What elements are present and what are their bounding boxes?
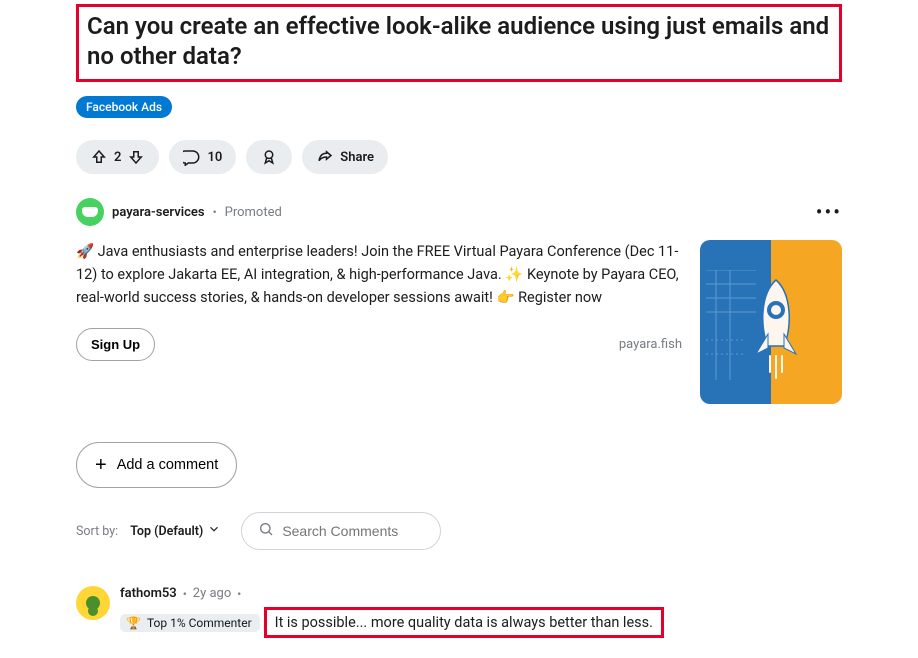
share-icon <box>316 148 334 166</box>
add-comment-label: Add a comment <box>117 457 219 473</box>
share-label: Share <box>340 150 374 165</box>
award-icon <box>260 148 278 166</box>
plus-icon: + <box>95 455 107 475</box>
downvote-icon[interactable] <box>127 148 145 166</box>
vote-score: 2 <box>114 150 121 165</box>
promo-domain[interactable]: payara.fish <box>619 337 682 352</box>
post-title-highlight: Can you create an effective look-alike a… <box>76 4 842 82</box>
dot-separator: • <box>213 205 217 219</box>
promo-avatar[interactable] <box>76 198 104 226</box>
badge-label: Top 1% Commenter <box>147 616 252 630</box>
share-button[interactable]: Share <box>302 140 388 174</box>
comment-search-input[interactable] <box>282 523 424 539</box>
comment-age: 2y ago <box>193 586 231 601</box>
flair-row: Facebook Ads <box>76 96 842 118</box>
comment-header: fathom53 • 2y ago • <box>120 586 664 601</box>
sort-label: Sort by: <box>76 524 118 539</box>
add-comment-button[interactable]: + Add a comment <box>76 442 237 488</box>
search-icon <box>258 521 274 541</box>
sort-value: Top (Default) <box>130 524 203 539</box>
promo-text: 🚀 Java enthusiasts and enterprise leader… <box>76 240 682 310</box>
dot-separator: • <box>237 587 241 601</box>
chevron-down-icon <box>207 522 221 540</box>
sort-dropdown[interactable]: Top (Default) <box>130 522 221 540</box>
promo-username[interactable]: payara-services <box>112 205 205 220</box>
award-button[interactable] <box>246 140 292 174</box>
post-flair[interactable]: Facebook Ads <box>76 96 172 118</box>
dot-separator: • <box>183 587 187 601</box>
add-comment-row: + Add a comment <box>76 442 842 488</box>
vote-pill: 2 <box>76 140 159 174</box>
promoted-header: payara-services • Promoted ••• <box>76 198 842 226</box>
upvote-icon[interactable] <box>90 148 108 166</box>
comment-count: 10 <box>207 150 222 165</box>
comment-item: fathom53 • 2y ago • 🏆 Top 1% Commenter I… <box>76 586 842 638</box>
more-icon[interactable]: ••• <box>816 202 842 222</box>
comment-icon <box>183 148 201 166</box>
rocket-icon <box>746 276 806 386</box>
commenter-badge: 🏆 Top 1% Commenter <box>120 614 260 632</box>
comment-text: It is possible... more quality data is a… <box>275 614 653 631</box>
sort-row: Sort by: Top (Default) <box>76 512 842 550</box>
comments-button[interactable]: 10 <box>169 140 236 174</box>
trophy-icon: 🏆 <box>126 616 141 630</box>
comment-username[interactable]: fathom53 <box>120 586 177 601</box>
comment-search[interactable] <box>241 512 441 550</box>
promoted-tag: Promoted <box>225 205 282 220</box>
promoted-post: payara-services • Promoted ••• 🚀 Java en… <box>76 198 842 404</box>
promo-thumbnail[interactable] <box>700 240 842 404</box>
comment-text-highlight: It is possible... more quality data is a… <box>264 607 664 638</box>
post-action-bar: 2 10 Share <box>76 140 842 174</box>
comment-avatar[interactable] <box>76 586 110 620</box>
signup-button[interactable]: Sign Up <box>76 328 155 361</box>
post-title: Can you create an effective look-alike a… <box>87 11 831 71</box>
